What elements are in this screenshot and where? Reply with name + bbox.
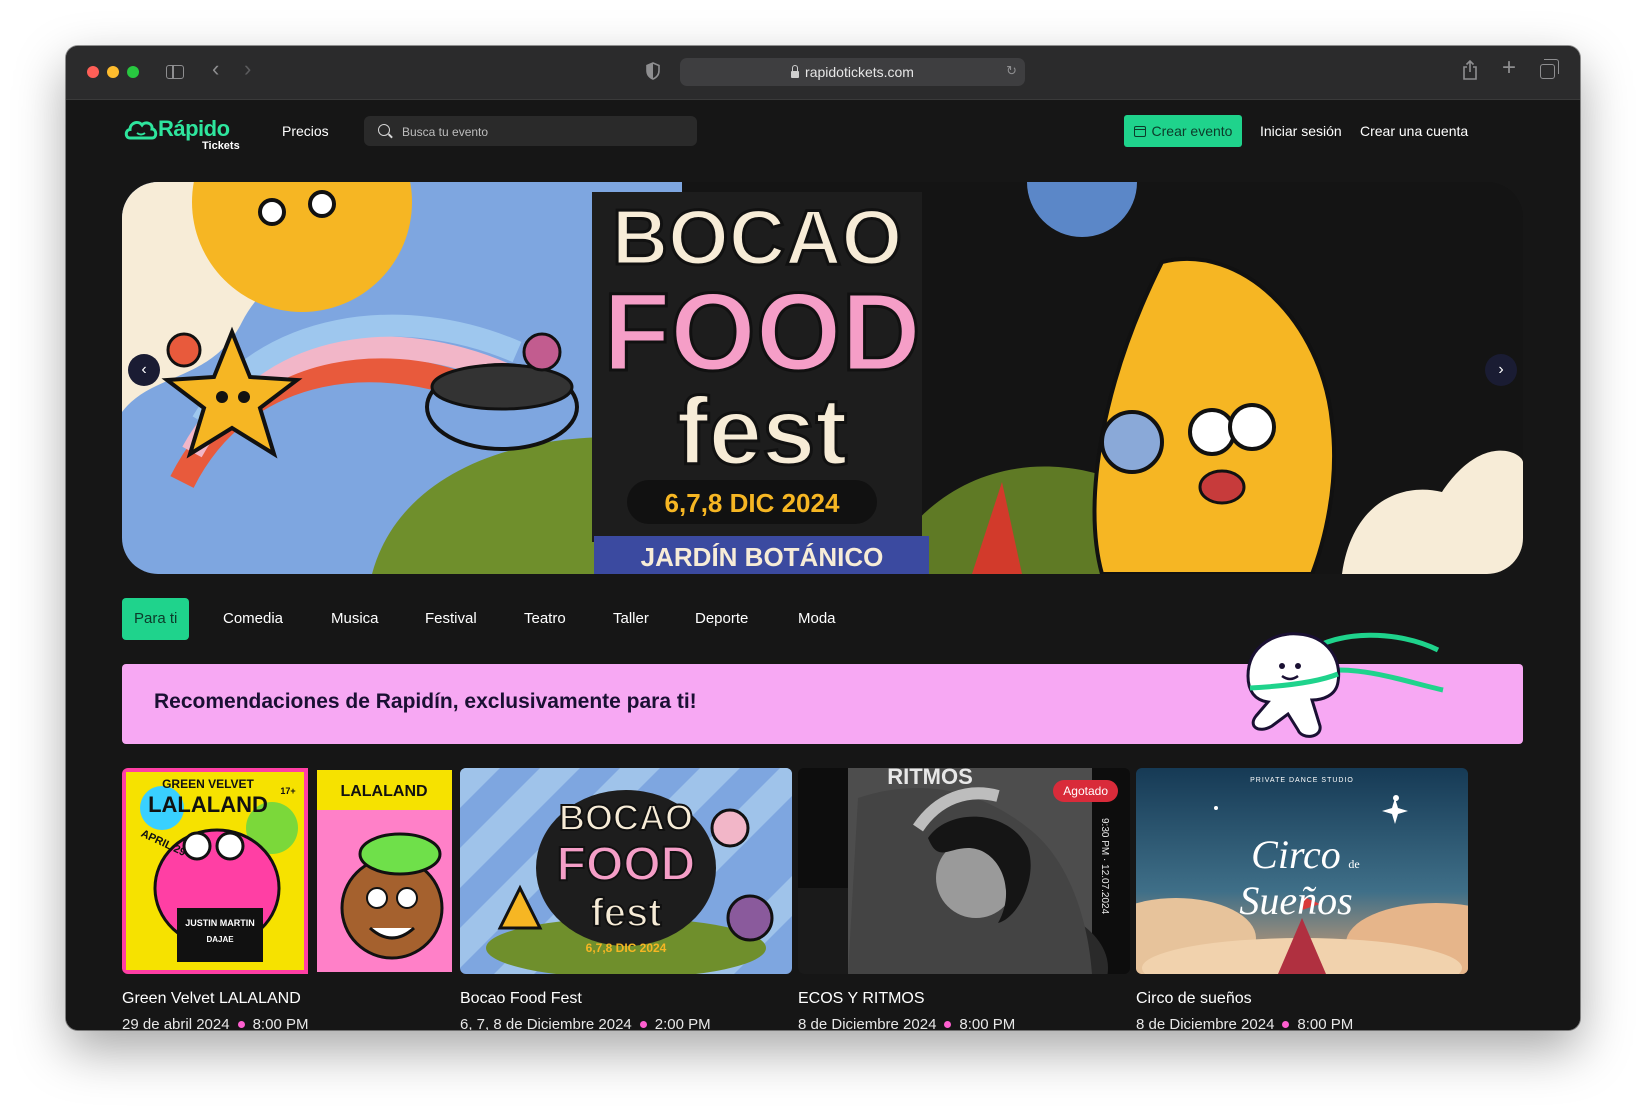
svg-text:GREEN VELVET: GREEN VELVET (162, 777, 254, 791)
event-time: 2:00 PM (654, 1016, 711, 1030)
svg-text:Circo: Circo (1251, 832, 1341, 877)
event-poster[interactable]: PRIVATE DANCE STUDIO Circo de Sueños (1136, 768, 1468, 974)
website: Rápido Tickets Precios Crear evento Inic… (66, 100, 1580, 1030)
tab-para-ti[interactable]: Para ti (122, 598, 190, 640)
event-title[interactable]: Circo de sueños (1136, 990, 1252, 1008)
tab-deporte[interactable]: Deporte (683, 598, 760, 640)
hero-title-line2: FOOD (603, 271, 921, 394)
signup-link[interactable]: Crear una cuenta (1360, 123, 1468, 139)
back-icon[interactable]: ‹ (212, 58, 219, 80)
event-datetime: 29 de abril 2024 8:00 PM (122, 1016, 308, 1030)
tab-teatro[interactable]: Teatro (512, 598, 578, 640)
banner-text: Recomendaciones de Rapidín, exclusivamen… (154, 690, 697, 713)
create-event-label: Crear evento (1151, 123, 1233, 139)
privacy-shield-icon[interactable] (646, 62, 660, 80)
event-date: 29 de abril 2024 (122, 1016, 230, 1030)
separator-dot-icon (237, 1021, 245, 1028)
sold-out-badge: Agotado (1053, 780, 1118, 802)
hero-title-line3: fest (677, 378, 848, 485)
minimize-window-button[interactable] (107, 66, 119, 78)
svg-text:RITMOS: RITMOS (887, 768, 973, 789)
event-poster[interactable]: RITMOS 9:30 PM · 12.07.2024 Agotado (798, 768, 1130, 974)
tab-taller[interactable]: Taller (601, 598, 661, 640)
event-date: 6, 7, 8 de Diciembre 2024 (460, 1016, 632, 1030)
tab-comedia[interactable]: Comedia (211, 598, 295, 640)
event-time: 8:00 PM (959, 1016, 1016, 1030)
share-icon[interactable] (1462, 60, 1478, 80)
calendar-icon (1133, 125, 1146, 137)
create-event-button[interactable]: Crear evento (1124, 115, 1242, 147)
search-input[interactable] (400, 116, 694, 148)
tab-moda[interactable]: Moda (786, 598, 848, 640)
svg-text:17+: 17+ (280, 786, 295, 796)
new-tab-icon[interactable]: + (1502, 56, 1516, 80)
cloud-logo-icon (124, 121, 158, 140)
hero-title-line1: BOCAO (612, 193, 902, 281)
recommendations-banner: Recomendaciones de Rapidín, exclusivamen… (122, 632, 1523, 744)
sidebar-toggle-icon[interactable] (166, 65, 184, 79)
tab-overview-icon[interactable] (1540, 59, 1559, 79)
carousel-prev-button[interactable]: ‹ (128, 354, 160, 386)
event-title[interactable]: Green Velvet LALALAND (122, 990, 301, 1008)
svg-text:FOOD: FOOD (557, 838, 696, 891)
carousel-next-button[interactable]: › (1485, 354, 1517, 386)
site-logo[interactable]: Rápido Tickets (124, 114, 254, 154)
search-box[interactable] (364, 116, 697, 148)
rapidin-mascot-icon (1246, 632, 1444, 738)
logo-subtitle: Tickets (202, 140, 240, 152)
event-date: 8 de Diciembre 2024 (798, 1016, 937, 1030)
login-link[interactable]: Iniciar sesión (1260, 123, 1342, 139)
forward-icon[interactable]: › (244, 58, 251, 80)
event-date: 8 de Diciembre 2024 (1136, 1016, 1275, 1030)
url-text: rapidotickets.com (805, 64, 914, 80)
svg-text:LALALAND: LALALAND (148, 792, 268, 817)
hero-carousel[interactable]: BOCAO FOOD fest 6,7,8 DIC 2024 JARDÍN BO… (122, 182, 1523, 574)
separator-dot-icon (944, 1021, 952, 1028)
event-time: 8:00 PM (252, 1016, 309, 1030)
event-title[interactable]: Bocao Food Fest (460, 990, 582, 1008)
event-title[interactable]: ECOS Y RITMOS (798, 990, 925, 1008)
svg-text:BOCAO: BOCAO (559, 797, 693, 838)
svg-text:PRIVATE DANCE STUDIO: PRIVATE DANCE STUDIO (1250, 777, 1354, 784)
separator-dot-icon (639, 1021, 647, 1028)
zoom-window-button[interactable] (127, 66, 139, 78)
svg-text:DAJAE: DAJAE (206, 935, 234, 944)
svg-text:de: de (1348, 857, 1359, 871)
reload-icon[interactable]: ↻ (1006, 63, 1017, 79)
pricing-link[interactable]: Precios (282, 123, 329, 139)
hero-dates: 6,7,8 DIC 2024 (665, 488, 840, 518)
close-window-button[interactable] (87, 66, 99, 78)
hero-venue: JARDÍN BOTÁNICO (641, 542, 884, 572)
address-bar[interactable]: rapidotickets.com ↻ (680, 58, 1025, 86)
tab-festival[interactable]: Festival (413, 598, 489, 640)
svg-text:JUSTIN MARTIN: JUSTIN MARTIN (185, 918, 255, 928)
tab-musica[interactable]: Musica (319, 598, 391, 640)
svg-text:Sueños: Sueños (1239, 878, 1352, 923)
svg-text:9:30 PM · 12.07.2024: 9:30 PM · 12.07.2024 (1099, 818, 1110, 915)
svg-text:fest: fest (590, 891, 661, 935)
separator-dot-icon (1282, 1021, 1290, 1028)
event-datetime: 6, 7, 8 de Diciembre 2024 2:00 PM (460, 1016, 711, 1030)
event-datetime: 8 de Diciembre 2024 8:00 PM (1136, 1016, 1353, 1030)
search-icon (378, 124, 390, 136)
logo-wordmark: Rápido (158, 116, 230, 141)
event-poster[interactable]: GREEN VELVET LALALAND APRIL 29 JUSTIN MA… (122, 768, 454, 974)
event-datetime: 8 de Diciembre 2024 8:00 PM (798, 1016, 1015, 1030)
event-poster[interactable]: BOCAO FOOD fest 6,7,8 DIC 2024 (460, 768, 792, 974)
browser-window: ‹ › rapidotickets.com ↻ + Rápido Tickets… (66, 46, 1580, 1030)
svg-text:LALALAND: LALALAND (340, 783, 427, 800)
lock-icon (791, 64, 800, 78)
browser-toolbar: ‹ › rapidotickets.com ↻ + (66, 46, 1580, 100)
svg-text:6,7,8 DIC 2024: 6,7,8 DIC 2024 (586, 941, 667, 955)
hero-banner-image: BOCAO FOOD fest 6,7,8 DIC 2024 JARDÍN BO… (122, 182, 1523, 574)
event-time: 8:00 PM (1297, 1016, 1354, 1030)
